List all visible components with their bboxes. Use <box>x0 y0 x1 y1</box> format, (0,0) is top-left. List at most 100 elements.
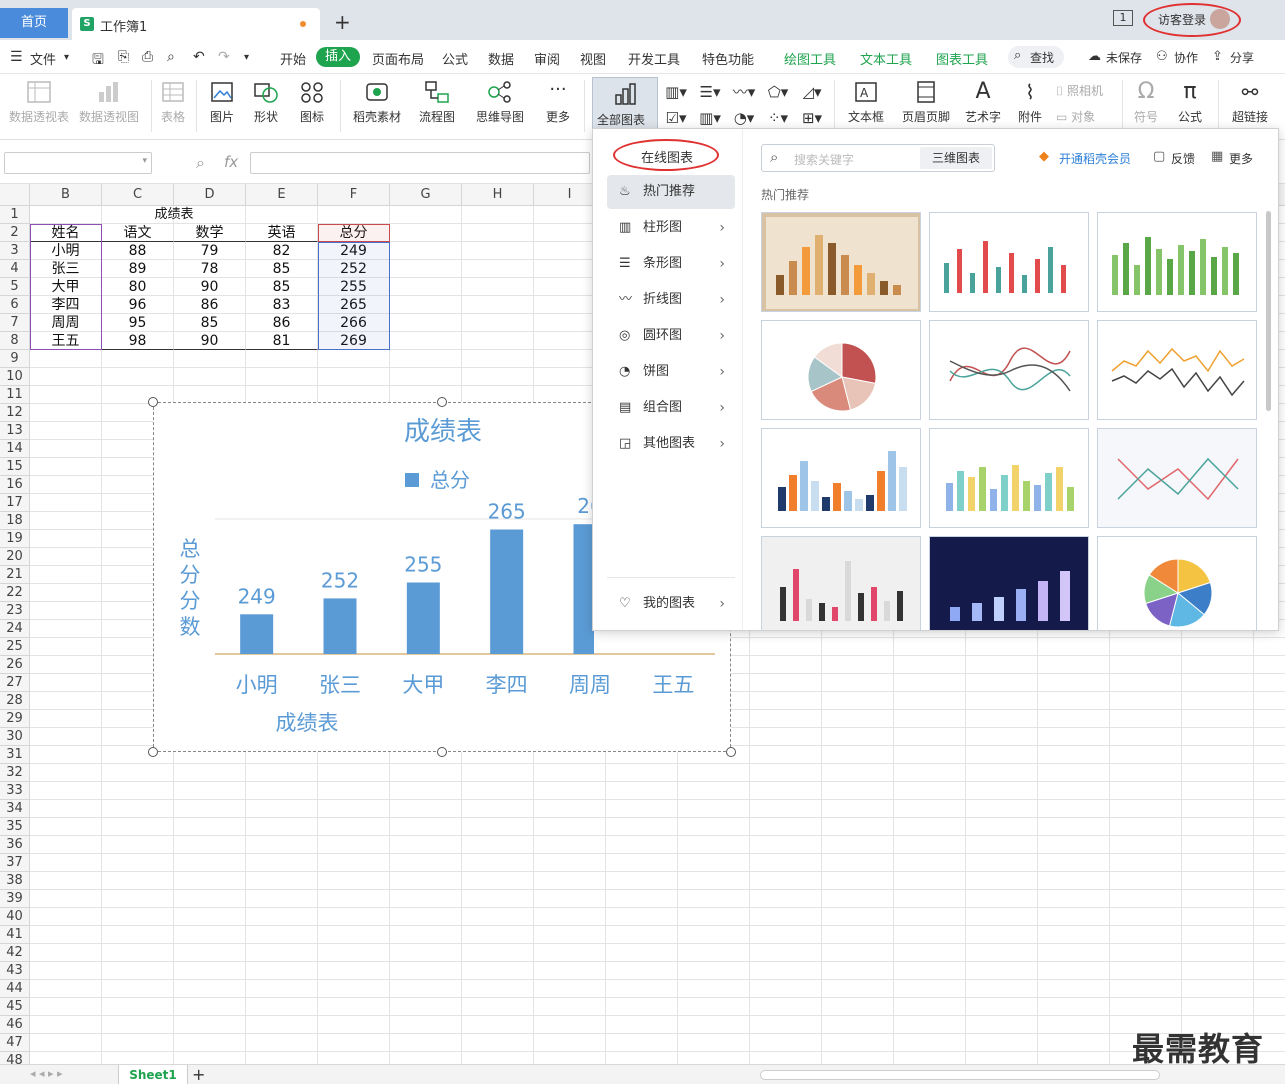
object-button[interactable]: ▭ 对象 <box>1056 108 1095 125</box>
wordart-button[interactable]: A 艺术字 <box>960 80 1006 125</box>
chart-template-thumbnail[interactable] <box>929 428 1089 528</box>
chart-template-thumbnail[interactable] <box>1097 320 1257 420</box>
menu-chart-tools[interactable]: 图表工具 <box>936 49 988 68</box>
row-header[interactable]: 5 <box>0 278 30 296</box>
table-cell[interactable]: 86 <box>246 314 318 332</box>
table-cell[interactable]: 86 <box>174 296 246 314</box>
row-header[interactable]: 14 <box>0 440 30 458</box>
table-cell[interactable]: 85 <box>246 278 318 296</box>
area-chart-icon[interactable]: ◿▾ <box>798 82 826 102</box>
combo-chart-icon[interactable]: ☑▾ <box>662 108 690 128</box>
row-header[interactable]: 18 <box>0 512 30 530</box>
table-header-cell[interactable]: 语文 <box>102 224 174 242</box>
formula-input[interactable] <box>250 152 590 174</box>
home-tab[interactable]: 首页 <box>0 8 68 38</box>
pie-chart-icon[interactable]: ◔▾ <box>730 108 758 128</box>
sidebar-item-4[interactable]: ◎ 圆环图 › <box>607 319 735 353</box>
table-cell[interactable]: 89 <box>102 260 174 278</box>
row-header[interactable]: 22 <box>0 584 30 602</box>
column-header[interactable]: H <box>462 184 534 206</box>
table-cell[interactable]: 90 <box>174 332 246 350</box>
sheet-nav-icons[interactable]: ◂ ◂ ▸ ▸ <box>30 1067 63 1080</box>
row-header[interactable]: 11 <box>0 386 30 404</box>
row-header[interactable]: 30 <box>0 728 30 746</box>
picture-button[interactable]: 图片 <box>204 80 240 125</box>
row-header[interactable]: 28 <box>0 692 30 710</box>
row-header[interactable]: 35 <box>0 818 30 836</box>
sheet-tab[interactable]: Sheet1 <box>118 1065 188 1084</box>
chart-template-thumbnail[interactable] <box>1097 212 1257 312</box>
row-header[interactable]: 12 <box>0 404 30 422</box>
row-header[interactable]: 43 <box>0 962 30 980</box>
column-header[interactable]: E <box>246 184 318 206</box>
vip-link[interactable]: 开通稻壳会员 <box>1059 150 1131 167</box>
table-cell[interactable]: 张三 <box>30 260 102 278</box>
attachment-button[interactable]: ⌇ 附件 <box>1014 80 1046 125</box>
menu-page-layout[interactable]: 页面布局 <box>372 49 424 68</box>
chart-template-thumbnail[interactable] <box>929 320 1089 420</box>
table-cell[interactable]: 88 <box>102 242 174 260</box>
row-header[interactable]: 33 <box>0 782 30 800</box>
column-header[interactable]: F <box>318 184 390 206</box>
table-cell[interactable]: 90 <box>174 278 246 296</box>
sidebar-item-5[interactable]: ◔ 饼图 › <box>607 355 735 389</box>
add-sheet-button[interactable]: + <box>192 1065 205 1084</box>
chart-template-thumbnail[interactable] <box>761 428 921 528</box>
menu-formula[interactable]: 公式 <box>442 49 468 68</box>
undo-icon[interactable]: ↶ <box>193 49 205 65</box>
sidebar-item-7[interactable]: ◲ 其他图表 › <box>607 427 735 461</box>
chart-search-input[interactable]: 搜索关键字 <box>794 151 854 168</box>
new-tab-button[interactable]: + <box>334 12 351 32</box>
row-header[interactable]: 13 <box>0 422 30 440</box>
chart-template-thumbnail[interactable] <box>761 212 921 312</box>
row-header[interactable]: 23 <box>0 602 30 620</box>
three-d-charts-button[interactable]: 三维图表 <box>920 147 992 169</box>
table-cell[interactable]: 265 <box>318 296 390 314</box>
table-header-cell[interactable]: 总分 <box>318 224 390 242</box>
popup-scrollbar[interactable] <box>1266 211 1271 411</box>
table-cell[interactable]: 79 <box>174 242 246 260</box>
sidebar-item-3[interactable]: 〰折线图 › <box>607 283 735 317</box>
redo-icon[interactable]: ↷ <box>218 49 230 65</box>
menu-draw-tools[interactable]: 绘图工具 <box>784 49 836 68</box>
row-header[interactable]: 6 <box>0 296 30 314</box>
row-header[interactable]: 44 <box>0 980 30 998</box>
row-header[interactable]: 17 <box>0 494 30 512</box>
table-cell[interactable]: 96 <box>102 296 174 314</box>
row-header[interactable]: 21 <box>0 566 30 584</box>
row-header[interactable]: 2 <box>0 224 30 242</box>
menu-special[interactable]: 特色功能 <box>702 49 754 68</box>
material-button[interactable]: 稻壳素材 <box>348 80 406 125</box>
row-header[interactable]: 36 <box>0 836 30 854</box>
save-icon[interactable]: 🖫 <box>92 49 104 73</box>
table-cell[interactable]: 83 <box>246 296 318 314</box>
symbol-button[interactable]: Ω 符号 <box>1128 80 1164 125</box>
row-header[interactable]: 9 <box>0 350 30 368</box>
flowchart-button[interactable]: 流程图 <box>414 80 460 125</box>
more-button[interactable]: ··· 更多 <box>540 80 576 125</box>
chevron-down-icon[interactable]: ▾ <box>64 52 69 63</box>
resize-handle[interactable] <box>437 397 447 407</box>
table-cell[interactable]: 小明 <box>30 242 102 260</box>
resize-handle[interactable] <box>148 397 158 407</box>
table-cell[interactable]: 78 <box>174 260 246 278</box>
menu-view[interactable]: 视图 <box>580 49 606 68</box>
other-chart-icon[interactable]: ⊞▾ <box>798 108 826 128</box>
header-footer-button[interactable]: 页眉页脚 <box>900 80 952 125</box>
all-charts-button[interactable]: 全部图表 <box>592 77 658 131</box>
row-header[interactable]: 10 <box>0 368 30 386</box>
row-header[interactable]: 38 <box>0 872 30 890</box>
textbox-button[interactable]: A 文本框 <box>842 80 890 125</box>
menu-start[interactable]: 开始 <box>280 49 306 68</box>
sidebar-item-my-charts[interactable]: ♡ 我的图表 › <box>607 587 735 621</box>
table-cell[interactable]: 王五 <box>30 332 102 350</box>
resize-handle[interactable] <box>726 747 736 757</box>
table-cell[interactable]: 81 <box>246 332 318 350</box>
row-header[interactable]: 25 <box>0 638 30 656</box>
row-header[interactable]: 42 <box>0 944 30 962</box>
row-header[interactable]: 4 <box>0 260 30 278</box>
stock-chart-icon[interactable]: ▥▾ <box>696 108 724 128</box>
mindmap-button[interactable]: 思维导图 <box>470 80 530 125</box>
resize-handle[interactable] <box>437 747 447 757</box>
column-header[interactable]: G <box>390 184 462 206</box>
